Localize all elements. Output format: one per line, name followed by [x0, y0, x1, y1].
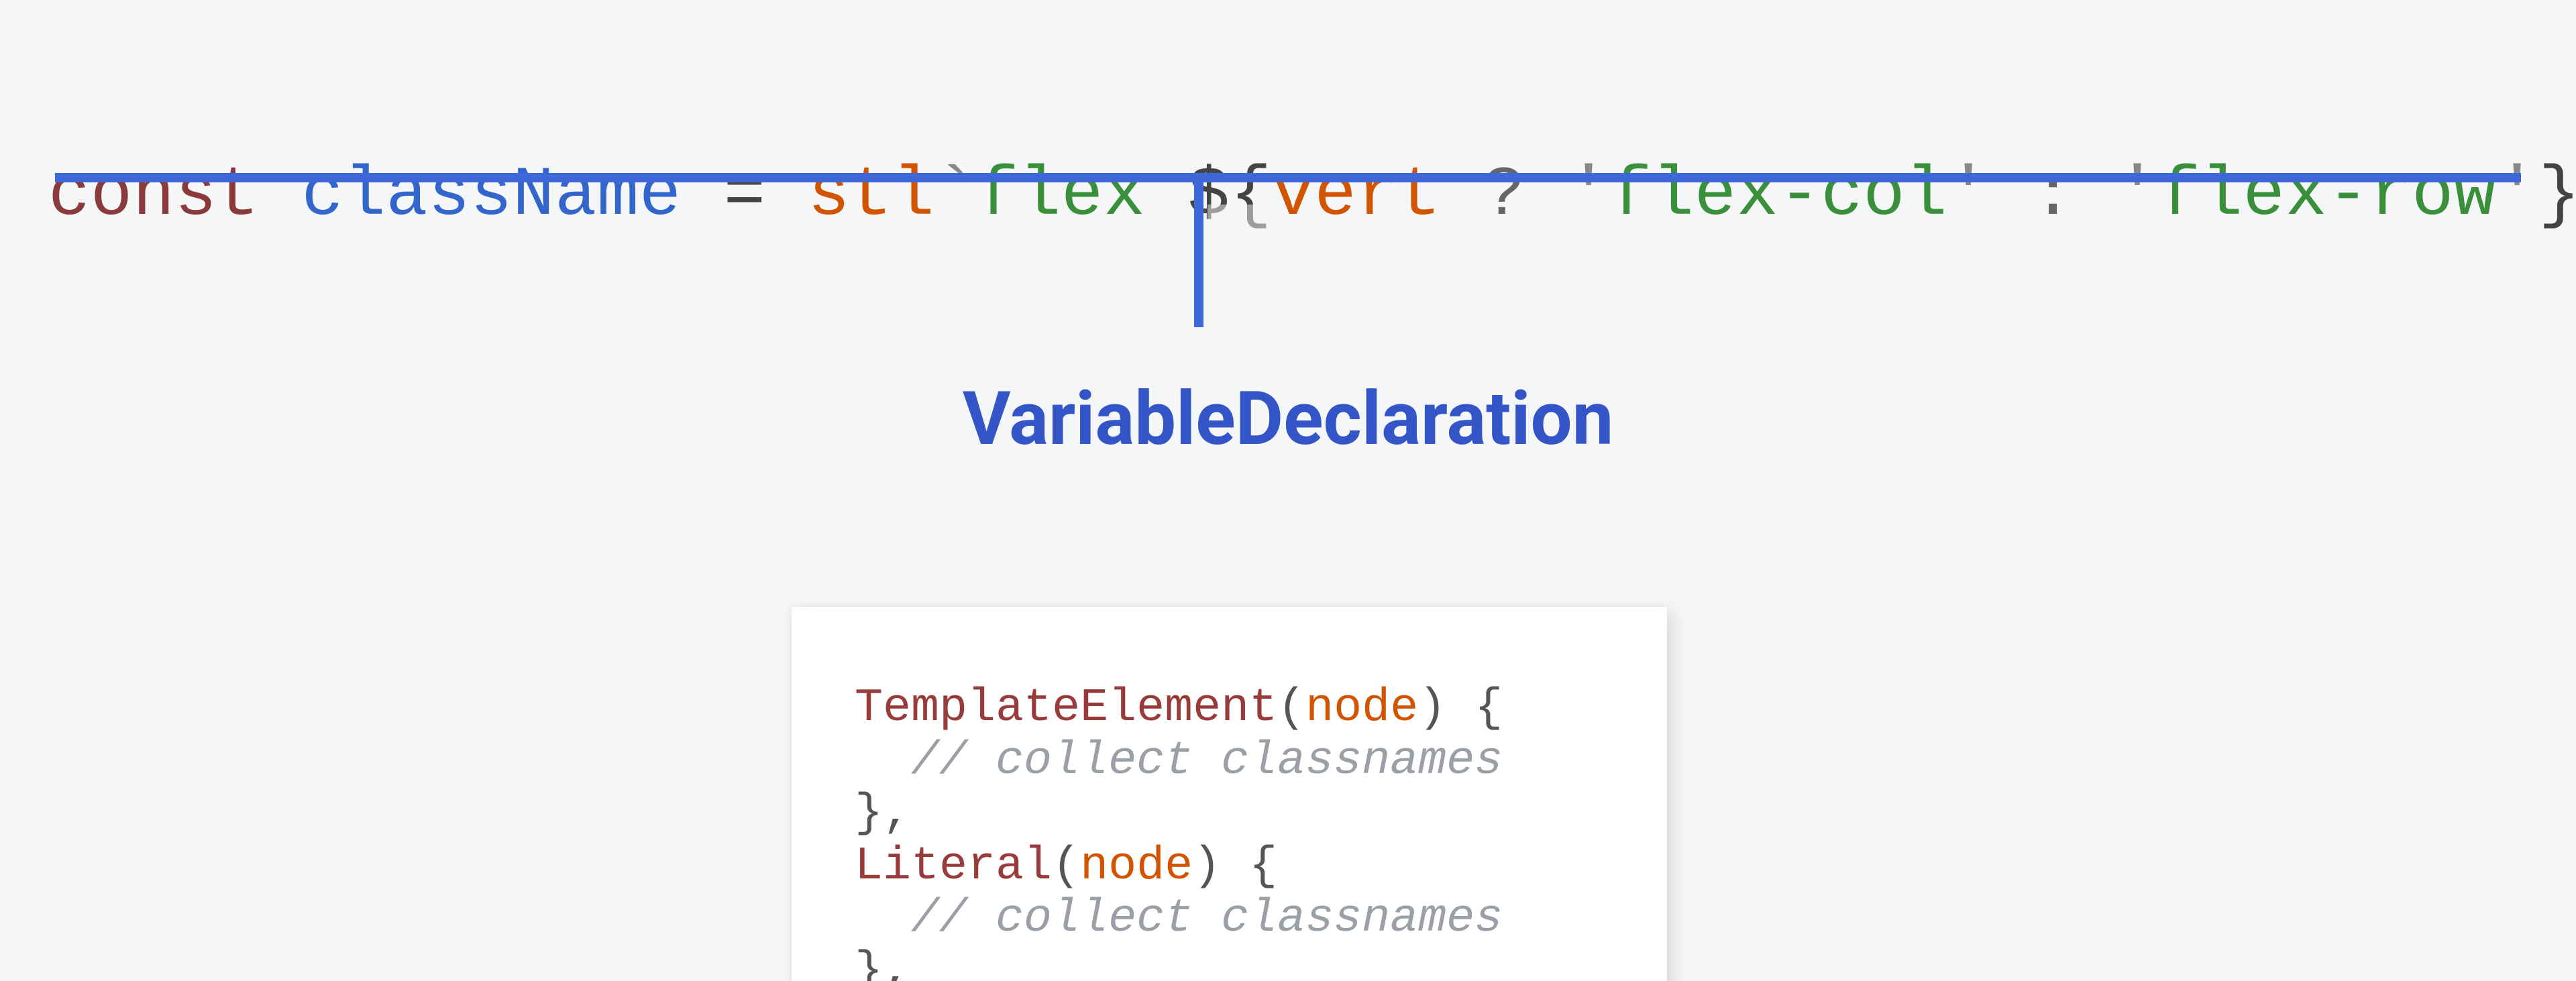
connector-line [1194, 173, 1203, 327]
ast-node-label: VariableDeclaration [0, 376, 2576, 462]
indent2 [798, 735, 911, 788]
indent [798, 787, 855, 840]
code-line: const className = stl`flex ${vert ? 'fle… [48, 77, 2576, 314]
assign-op: = [682, 156, 808, 235]
rbrace-1: }, [855, 787, 911, 840]
indent [798, 840, 855, 893]
arg-node-2: node [1080, 840, 1193, 893]
indent [798, 682, 855, 735]
rparen-2: ) [1193, 840, 1221, 893]
literal-flex-col: flex-col [1610, 156, 1947, 235]
highlight-underline [55, 173, 2521, 182]
ternary-colon: : [1990, 156, 2116, 235]
interp-close: } [2538, 156, 2576, 235]
connector-wash [1208, 205, 1281, 268]
quote-4: ' [2496, 156, 2538, 235]
quote-3: ' [2116, 156, 2159, 235]
quote-2: ' [1947, 156, 1990, 235]
keyword-const: const [48, 156, 260, 235]
quote-1: ' [1568, 156, 1610, 235]
indent [798, 945, 855, 981]
lbrace-1: { [1446, 682, 1503, 735]
comment-2: // collect classnames [911, 892, 1503, 945]
ternary-q: ? [1441, 156, 1568, 235]
method-literal: Literal [855, 840, 1052, 893]
visitor-snippet-card: TemplateElement(node) { // collect class… [792, 607, 1667, 981]
space [260, 156, 302, 235]
lbrace-2: { [1221, 840, 1277, 893]
slide-canvas: const className = stl`flex ${vert ? 'fle… [0, 0, 2576, 981]
method-template-element: TemplateElement [855, 682, 1277, 735]
comment-1: // collect classnames [911, 735, 1503, 788]
ident-vert: vert [1272, 156, 1441, 235]
literal-flex-row: flex-row [2159, 156, 2496, 235]
backtick-open: ` [934, 156, 977, 235]
ident-classname: className [301, 156, 681, 235]
indent2 [798, 892, 911, 945]
tag-stl: stl [808, 156, 934, 235]
lparen-1: ( [1277, 682, 1305, 735]
arg-node-1: node [1305, 682, 1418, 735]
lparen-2: ( [1052, 840, 1080, 893]
rparen-1: ) [1418, 682, 1446, 735]
rbrace-2: }, [855, 945, 911, 981]
literal-flex: flex [977, 156, 1188, 235]
